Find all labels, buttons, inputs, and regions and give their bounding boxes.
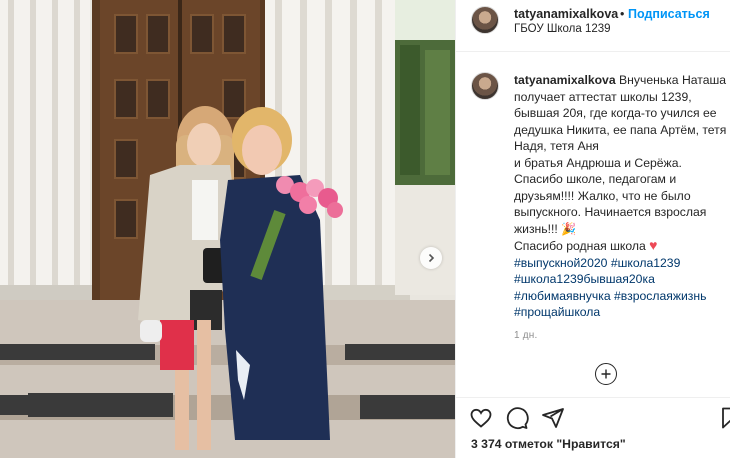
caption-line: друзьям!!!! Жалко, что не было [514, 188, 691, 203]
red-heart-icon: ♥ [649, 237, 658, 253]
caption-text: Внученька Наташа [619, 73, 727, 87]
hashtag-link[interactable]: #школа1239 [611, 256, 681, 270]
comments-area: tatyanamixalkova Внученька Наташа получа… [456, 52, 730, 397]
caption-line: бывшая 20я, где когда-то учился ее [514, 106, 717, 120]
bookmark-icon[interactable] [718, 406, 730, 430]
caption-line: выпускного. Начинается взрослая [514, 205, 707, 219]
plus-icon [601, 369, 611, 379]
caption-line: и братья Андрюша и Серёжа. [514, 155, 682, 170]
comment-icon[interactable] [505, 406, 529, 430]
caption-avatar[interactable] [471, 72, 499, 100]
hashtag-link[interactable]: #взрослаяжизнь [614, 289, 706, 303]
party-popper-icon: 🎉 [561, 221, 577, 236]
follow-button[interactable]: Подписаться [628, 7, 710, 21]
separator-dot: • [620, 7, 625, 21]
post-location[interactable]: ГБОУ Школа 1239 [514, 23, 611, 35]
caption-line: дедушка Никита, ее папа Артём, тетя [514, 122, 727, 137]
post-caption: tatyanamixalkova Внученька Наташа получа… [514, 72, 726, 321]
post-photo[interactable] [0, 0, 455, 458]
caption-line: жизнь!!! [514, 221, 558, 236]
post-panel: tatyanamixalkova • Подписаться ГБОУ Школ… [455, 0, 730, 458]
post-header: tatyanamixalkova • Подписаться ГБОУ Школ… [456, 0, 730, 52]
caption-username[interactable]: tatyanamixalkova [514, 73, 616, 87]
paper-plane-icon[interactable] [541, 406, 565, 430]
caption-timestamp[interactable]: 1 дн. [514, 330, 537, 341]
avatar[interactable] [471, 6, 499, 34]
caption-line: Спасибо родная школа [514, 239, 646, 253]
chevron-right-icon [428, 253, 435, 263]
heart-icon[interactable] [469, 406, 493, 430]
load-more-comments-button[interactable] [595, 363, 617, 385]
caption-line: Надя, тетя Аня [514, 139, 599, 153]
photo-scene [0, 0, 455, 458]
hashtag-link[interactable]: #прощайшкола [514, 305, 600, 319]
hashtag-link[interactable]: #любимаявнучка [514, 289, 611, 303]
caption-line: Спасибо школе, педагогам и [514, 172, 677, 186]
hashtag-link[interactable]: #школа1239бывшая20ка [514, 272, 655, 286]
carousel-next-button[interactable] [420, 247, 442, 269]
likes-count[interactable]: 3 374 отметок "Нравится" [471, 437, 626, 451]
caption-line: получает аттестат школы 1239, [514, 89, 692, 104]
hashtag-link[interactable]: #выпускной2020 [514, 256, 607, 270]
post-username[interactable]: tatyanamixalkova [514, 7, 618, 21]
action-bar [456, 397, 730, 432]
